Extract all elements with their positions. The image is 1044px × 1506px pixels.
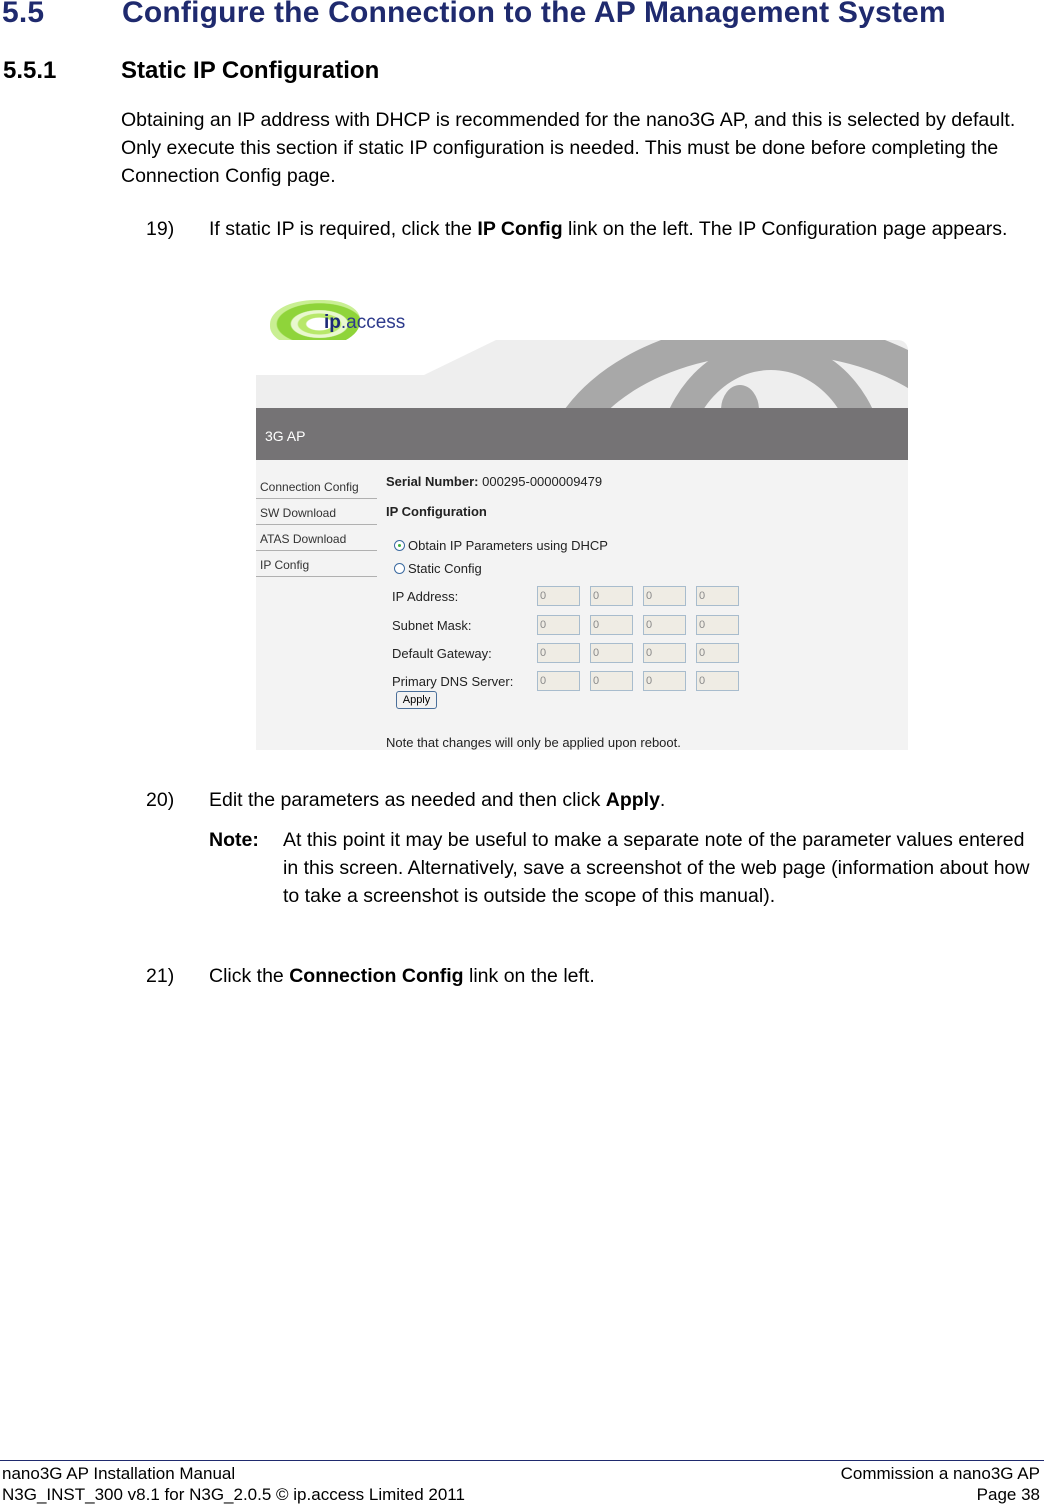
nav-sw-download[interactable]: SW Download [256,500,377,525]
step-20: 20) Edit the parameters as needed and th… [146,786,1041,814]
section-heading: 5.5 Configure the Connection to the AP Ma… [2,0,946,30]
app-title: 3G AP [265,428,306,444]
section-number: 5.5 [2,0,45,29]
intro-paragraph: Obtaining an IP address with DHCP is rec… [121,109,1016,187]
note-label: Note: [209,829,259,851]
footer-page-number: Page 38 [976,1485,1040,1504]
ip-config-screenshot: ip.access 3G AP Connection Config SW Dow… [250,290,910,752]
radio-static[interactable]: Static Config [394,561,482,576]
step-number: 20) [146,789,175,811]
serial-value: 000295-0000009479 [482,474,603,489]
section-title: Configure the Connection to the AP Manag… [122,0,946,29]
dns-octet-2[interactable]: 0 [590,671,633,691]
step-text: If static IP is required, click the IP C… [209,218,1008,240]
nav-atas-download[interactable]: ATAS Download [256,526,377,551]
step-number: 19) [146,218,175,240]
note-block: Note: At this point it may be useful to … [209,826,1041,910]
dns-octet-1[interactable]: 0 [537,671,580,691]
sidebar-nav: Connection Config SW Download ATAS Downl… [256,474,377,578]
reboot-note: Note that changes will only be applied u… [386,735,681,750]
gateway-octet-1[interactable]: 0 [537,643,580,663]
ip-octet-3[interactable]: 0 [643,586,686,606]
mask-octet-3[interactable]: 0 [643,615,686,635]
radio-dhcp[interactable]: Obtain IP Parameters using DHCP [394,538,608,553]
radio-selected-icon[interactable] [394,540,405,551]
step-text: Edit the parameters as needed and then c… [209,789,666,811]
mask-octet-4[interactable]: 0 [696,615,739,635]
content-area: Connection Config SW Download ATAS Downl… [256,460,908,750]
footer-chapter: Commission a nano3G AP [840,1464,1040,1483]
footer-manual-title: nano3G AP Installation Manual [2,1464,236,1483]
serial-number: Serial Number: 000295-0000009479 [386,474,603,489]
ip-address-row: IP Address: 0 0 0 0 [392,586,912,608]
step-19: 19) If static IP is required, click the … [146,215,1041,243]
ip-octet-1[interactable]: 0 [537,586,580,606]
subsection-title: Static IP Configuration [121,57,380,84]
dns-octet-4[interactable]: 0 [696,671,739,691]
step-bold: Connection Config [289,965,464,987]
primary-dns-row: Primary DNS Server: 0 0 0 0 [392,671,912,693]
gateway-octet-3[interactable]: 0 [643,643,686,663]
step-21: 21) Click the Connection Config link on … [146,962,1041,990]
step-bold: Apply [605,789,660,811]
nav-connection-config[interactable]: Connection Config [256,474,377,499]
dns-octet-3[interactable]: 0 [643,671,686,691]
footer-divider [0,1460,1044,1461]
nav-ip-config[interactable]: IP Config [256,552,377,577]
ip-octet-2[interactable]: 0 [590,586,633,606]
field-label: Primary DNS Server: [392,674,514,689]
gateway-octet-4[interactable]: 0 [696,643,739,663]
field-label: IP Address: [392,589,459,604]
note-text: At this point it may be useful to make a… [283,829,1030,907]
mask-octet-1[interactable]: 0 [537,615,580,635]
field-label: Default Gateway: [392,646,492,661]
step-number: 21) [146,965,175,987]
field-label: Subnet Mask: [392,618,472,633]
ip-octet-4[interactable]: 0 [696,586,739,606]
gateway-octet-2[interactable]: 0 [590,643,633,663]
radio-unselected-icon[interactable] [394,563,405,574]
subsection-number: 5.5.1 [3,57,57,84]
app-titlebar: 3G AP [256,408,908,460]
subsection-heading: 5.5.1 Static IP Configuration [3,57,379,85]
apply-button[interactable]: Apply [396,691,437,709]
subnet-mask-row: Subnet Mask: 0 0 0 0 [392,615,912,637]
footer-doc-id: N3G_INST_300 v8.1 for N3G_2.0.5 © ip.acc… [2,1485,465,1504]
form-title: IP Configuration [386,504,487,519]
default-gateway-row: Default Gateway: 0 0 0 0 [392,643,912,665]
step-bold: IP Config [477,218,563,240]
mask-octet-2[interactable]: 0 [590,615,633,635]
header-banner [256,340,908,408]
step-text: Click the Connection Config link on the … [209,965,595,987]
